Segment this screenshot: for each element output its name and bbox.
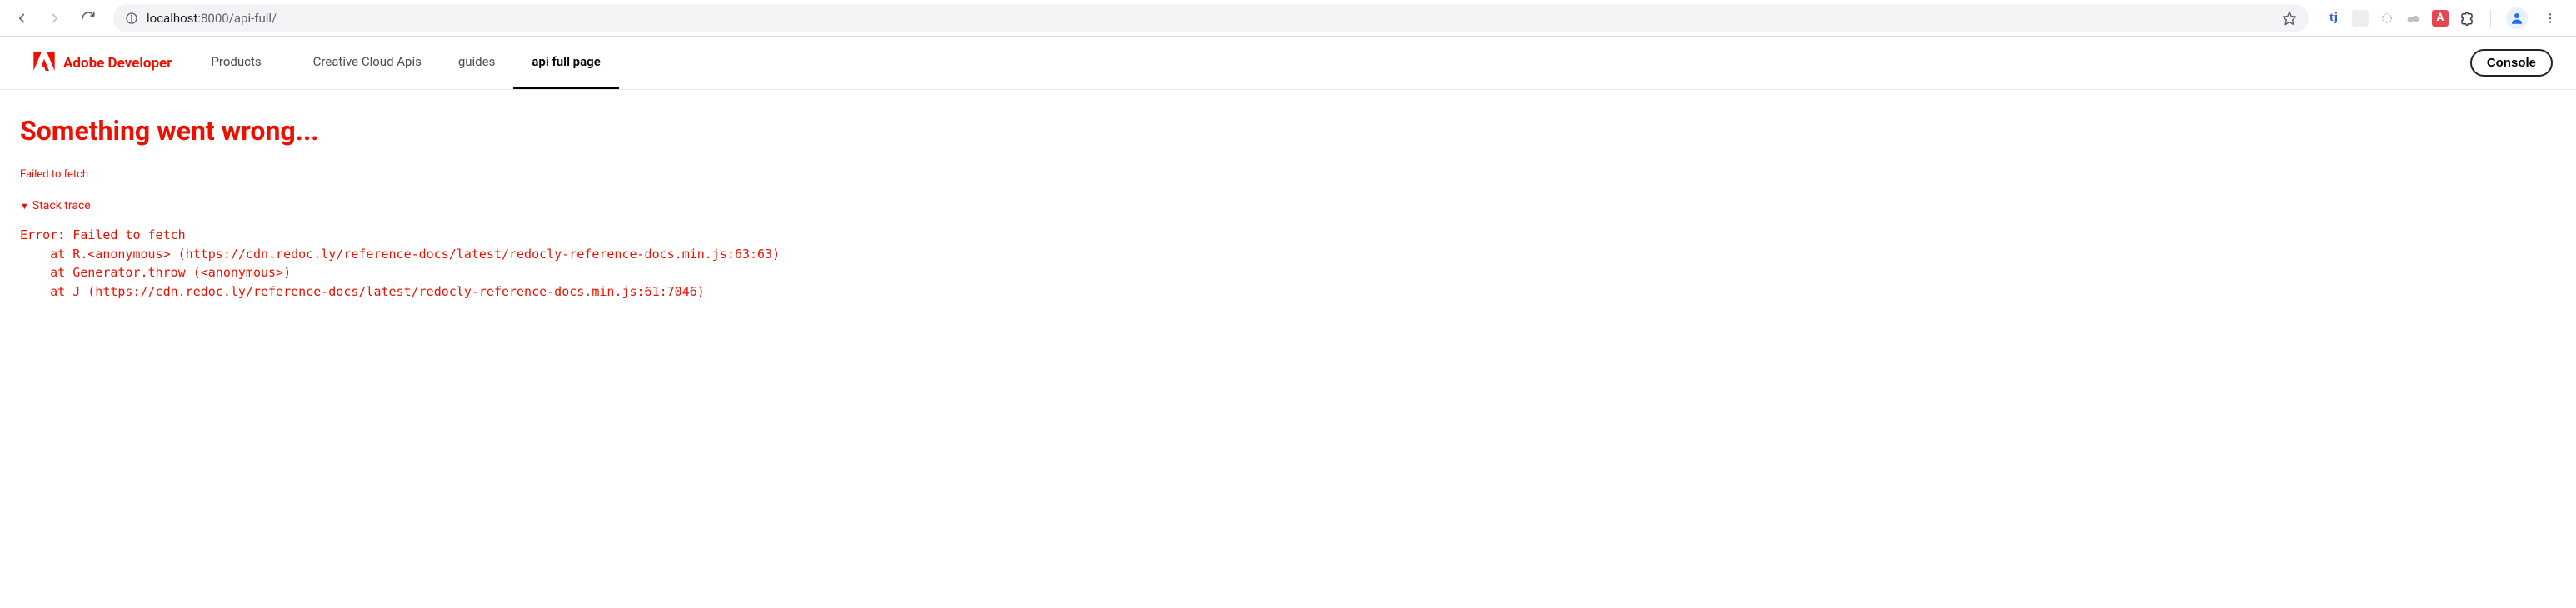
browser-toolbar: localhost:8000/api-full/ tj A bbox=[0, 0, 2576, 37]
url-host: localhost bbox=[147, 11, 197, 26]
reload-button[interactable] bbox=[73, 3, 103, 33]
extension-a-icon[interactable]: A bbox=[2432, 10, 2449, 27]
site-info-icon[interactable] bbox=[125, 12, 138, 25]
extension-cloud-icon[interactable] bbox=[2405, 10, 2422, 27]
adobe-logo-icon bbox=[33, 52, 55, 74]
back-button[interactable] bbox=[7, 3, 37, 33]
error-content: Something went wrong... Failed to fetch … bbox=[0, 90, 2576, 326]
url-text: localhost:8000/api-full/ bbox=[147, 11, 2274, 26]
brand-name: Adobe Developer bbox=[63, 55, 172, 72]
error-message: Failed to fetch bbox=[20, 168, 2556, 181]
stack-trace-text: Error: Failed to fetch at R.<anonymous> … bbox=[20, 226, 2556, 301]
brand-link[interactable]: Adobe Developer bbox=[10, 37, 192, 89]
url-path: :8000/api-full/ bbox=[197, 11, 277, 26]
nav-creative-cloud-apis[interactable]: Creative Cloud Apis bbox=[295, 37, 440, 89]
stack-trace-toggle[interactable]: ▼ Stack trace bbox=[20, 199, 2556, 212]
extension-icons: tj A bbox=[2319, 6, 2569, 31]
address-bar[interactable]: localhost:8000/api-full/ bbox=[113, 4, 2309, 32]
nav-list-secondary: Creative Cloud Apis guides api full page bbox=[295, 37, 619, 89]
error-heading: Something went wrong... bbox=[20, 115, 2556, 147]
extension-circle-icon[interactable] bbox=[2379, 10, 2395, 27]
nav-products[interactable]: Products bbox=[192, 37, 279, 89]
site-header: Adobe Developer Products Creative Cloud … bbox=[0, 37, 2576, 90]
triangle-down-icon: ▼ bbox=[20, 201, 29, 212]
extensions-menu-icon[interactable] bbox=[2459, 10, 2475, 27]
nav-guides[interactable]: guides bbox=[440, 37, 514, 89]
nav-api-full-page[interactable]: api full page bbox=[513, 37, 618, 89]
extension-tj-icon[interactable]: tj bbox=[2325, 10, 2342, 27]
forward-button[interactable] bbox=[40, 3, 70, 33]
browser-menu-icon[interactable] bbox=[2538, 6, 2563, 31]
bookmark-star-icon[interactable] bbox=[2282, 11, 2297, 26]
extension-gray-icon[interactable] bbox=[2352, 10, 2369, 27]
stack-trace-label: Stack trace bbox=[32, 199, 91, 212]
nav-list: Products bbox=[192, 37, 279, 89]
profile-avatar-icon[interactable] bbox=[2506, 7, 2528, 29]
toolbar-divider bbox=[2490, 10, 2491, 27]
console-button[interactable]: Console bbox=[2470, 49, 2553, 77]
